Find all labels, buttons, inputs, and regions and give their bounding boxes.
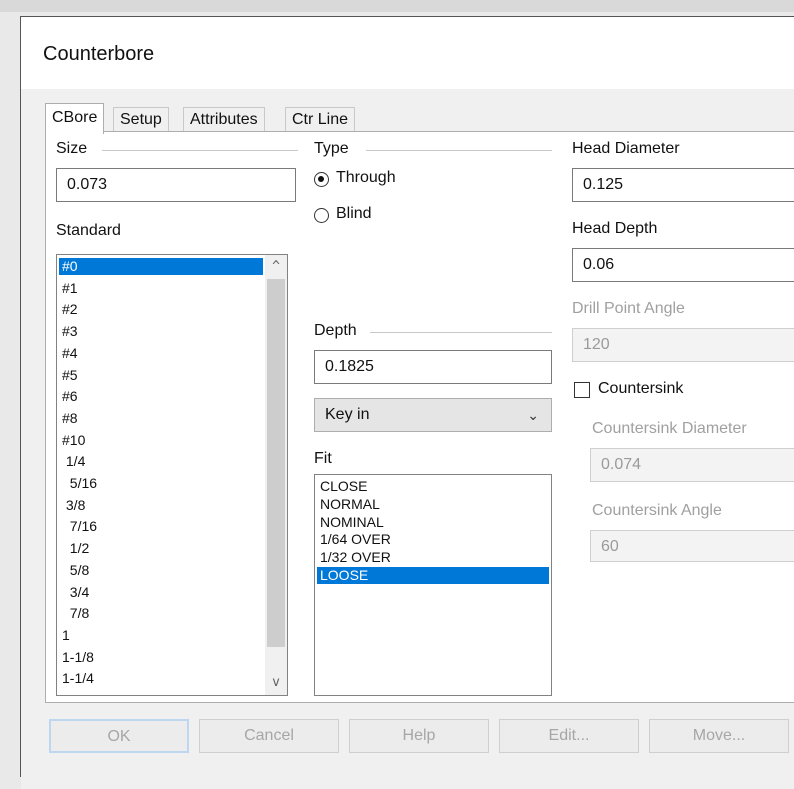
standard-scrollbar[interactable]: ^ v bbox=[265, 255, 287, 695]
move-button[interactable]: Move... bbox=[649, 719, 789, 753]
tab-ctr-line[interactable]: Ctr Line bbox=[285, 107, 356, 132]
edit-button[interactable]: Edit... bbox=[499, 719, 639, 753]
cancel-button[interactable]: Cancel bbox=[199, 719, 339, 753]
list-item[interactable]: #3 bbox=[59, 323, 263, 340]
list-item[interactable]: 3/8 bbox=[59, 497, 263, 514]
list-item[interactable]: 1-1/4 bbox=[59, 670, 263, 687]
dialog-title: Counterbore bbox=[43, 43, 155, 65]
head-diameter-label: Head Diameter bbox=[572, 140, 680, 157]
depth-mode-dropdown[interactable]: Key in ⌄ bbox=[314, 398, 552, 432]
list-item[interactable]: 5/8 bbox=[59, 562, 263, 579]
list-item[interactable]: 1/4 bbox=[59, 453, 263, 470]
fit-label: Fit bbox=[314, 450, 332, 467]
type-divider bbox=[366, 150, 552, 151]
depth-divider bbox=[370, 332, 552, 333]
counterbore-dialog: Counterbore CBore Setup Attributes Ctr L… bbox=[20, 16, 794, 789]
list-item[interactable]: 1 bbox=[59, 627, 263, 644]
depth-label: Depth bbox=[314, 322, 357, 339]
scroll-down-icon[interactable]: v bbox=[265, 673, 287, 693]
list-item[interactable]: #1 bbox=[59, 280, 263, 297]
through-label[interactable]: Through bbox=[336, 169, 396, 187]
list-item[interactable]: CLOSE bbox=[317, 478, 549, 495]
standard-list[interactable]: ^ v #0 #1 #2 #3 #4 #5 #6 #8 #10 1/4 5/16 3/8 7/1… bbox=[56, 254, 288, 696]
head-depth-label: Head Depth bbox=[572, 220, 658, 237]
countersink-label[interactable]: Countersink bbox=[598, 380, 683, 398]
radio-selected-dot bbox=[318, 176, 324, 182]
countersink-diameter-label: Countersink Diameter bbox=[592, 420, 747, 437]
blind-label[interactable]: Blind bbox=[336, 205, 372, 223]
tab-cbore[interactable]: CBore bbox=[45, 103, 105, 134]
head-diameter-field[interactable]: 0.125 bbox=[572, 168, 794, 202]
cbore-panel: Size 0.073 Standard ^ v #0 #1 #2 #3 #4 #5 #6 #8… bbox=[45, 131, 794, 703]
countersink-checkbox[interactable] bbox=[574, 382, 590, 398]
drill-point-angle-label: Drill Point Angle bbox=[572, 300, 685, 317]
list-item[interactable]: #8 bbox=[59, 410, 263, 427]
list-item[interactable]: #5 bbox=[59, 367, 263, 384]
through-radio[interactable] bbox=[314, 172, 329, 187]
tab-setup[interactable]: Setup bbox=[113, 107, 169, 132]
tab-attributes[interactable]: Attributes bbox=[183, 107, 265, 132]
list-item[interactable]: 3/4 bbox=[59, 584, 263, 601]
ok-button[interactable]: OK bbox=[49, 719, 189, 753]
depth-mode-value: Key in bbox=[325, 406, 370, 423]
depth-field[interactable]: 0.1825 bbox=[314, 350, 552, 384]
drill-point-angle-field: 120 bbox=[572, 328, 794, 362]
list-item[interactable]: 5/16 bbox=[59, 475, 263, 492]
list-item[interactable]: #4 bbox=[59, 345, 263, 362]
background-strip bbox=[0, 0, 794, 12]
list-item[interactable]: 7/16 bbox=[59, 518, 263, 535]
list-item[interactable]: 1/64 OVER bbox=[317, 531, 549, 548]
size-field[interactable]: 0.073 bbox=[56, 168, 296, 202]
head-depth-field[interactable]: 0.06 bbox=[572, 248, 794, 282]
countersink-angle-label: Countersink Angle bbox=[592, 502, 722, 519]
list-item[interactable]: #10 bbox=[59, 432, 263, 449]
dialog-client: CBore Setup Attributes Ctr Line Size 0.0… bbox=[21, 89, 794, 789]
scroll-thumb[interactable] bbox=[267, 279, 285, 647]
blind-radio[interactable] bbox=[314, 208, 329, 223]
countersink-diameter-field: 0.074 bbox=[590, 448, 794, 482]
list-item[interactable]: 7/8 bbox=[59, 605, 263, 622]
list-item[interactable]: 1/2 bbox=[59, 540, 263, 557]
list-item[interactable]: 1/32 OVER bbox=[317, 549, 549, 566]
type-label: Type bbox=[314, 140, 349, 157]
scroll-up-icon[interactable]: ^ bbox=[265, 257, 287, 277]
standard-label: Standard bbox=[56, 222, 121, 239]
chevron-down-icon: ⌄ bbox=[527, 407, 539, 423]
countersink-angle-field: 60 bbox=[590, 530, 794, 562]
fit-list[interactable]: CLOSE NORMAL NOMINAL 1/64 OVER 1/32 OVER LOOS… bbox=[314, 474, 552, 696]
help-button[interactable]: Help bbox=[349, 719, 489, 753]
size-divider bbox=[102, 150, 298, 151]
list-item[interactable]: LOOSE bbox=[317, 567, 549, 584]
list-item[interactable]: #6 bbox=[59, 388, 263, 405]
list-item[interactable]: NORMAL bbox=[317, 496, 549, 513]
list-item[interactable]: #0 bbox=[59, 258, 263, 275]
list-item[interactable]: 1-1/8 bbox=[59, 649, 263, 666]
list-item[interactable]: NOMINAL bbox=[317, 514, 549, 531]
list-item[interactable]: #2 bbox=[59, 301, 263, 318]
size-label: Size bbox=[56, 140, 88, 157]
